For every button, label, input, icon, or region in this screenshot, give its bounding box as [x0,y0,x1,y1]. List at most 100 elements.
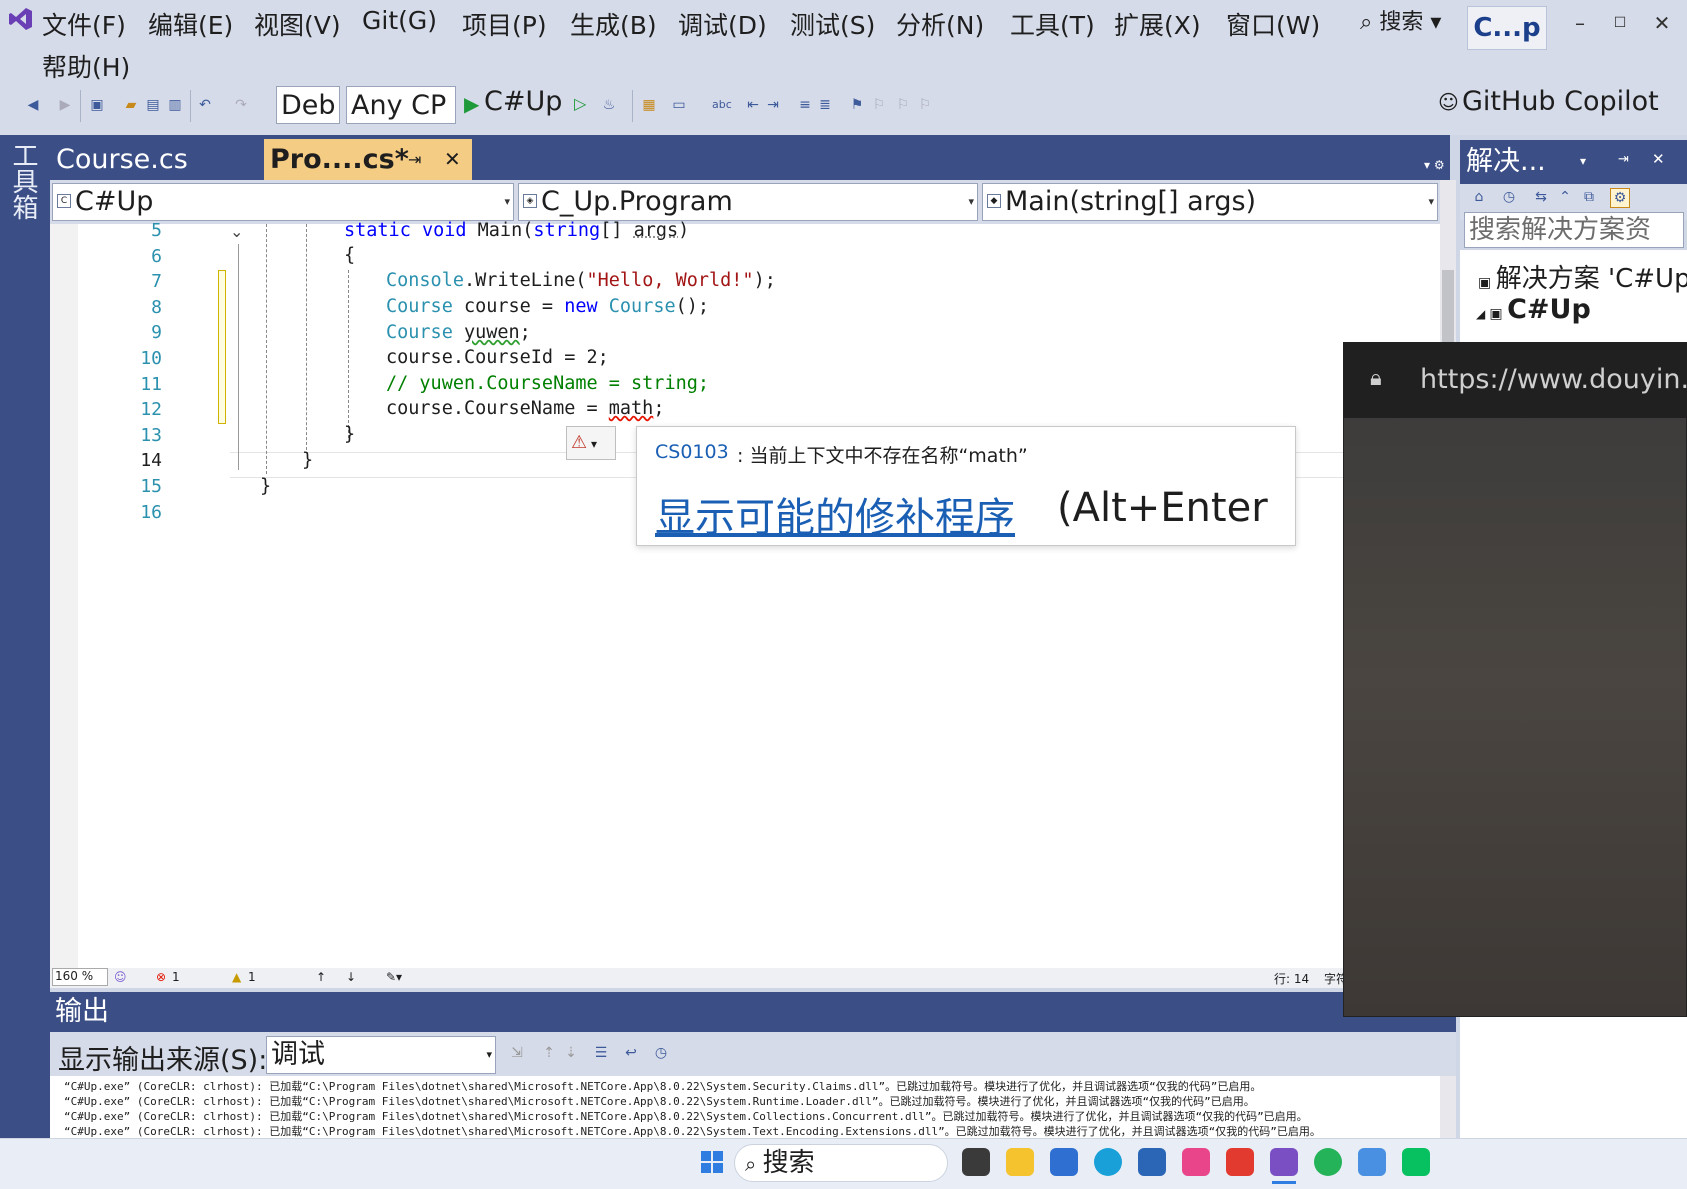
open-folder-icon[interactable]: ▰ [122,96,140,114]
indent-icon[interactable]: ⇤ [744,96,762,114]
undo-icon[interactable]: ↶ [196,96,214,114]
auto-hide-pin-icon[interactable]: ⇥ [1618,152,1629,167]
window-layout-icon[interactable]: ▭ [670,96,688,114]
visual-studio-logo-icon[interactable] [8,6,34,32]
prev-bookmark-icon[interactable]: ⚐ [870,96,888,114]
next-issue-icon[interactable]: ↓ [346,970,356,984]
error-count-icon[interactable]: ⊗ [156,970,166,984]
menu-item[interactable]: 测试(S) [790,6,875,42]
class-dropdown[interactable]: ◈ C_Up.Program ▾ [518,183,978,221]
save-icon[interactable]: ▤ [144,96,162,114]
visual-studio-taskbar-icon[interactable] [1270,1148,1298,1176]
collapse-all-icon[interactable]: ⌃ [1556,188,1574,206]
menu-item[interactable]: 窗口(W) [1226,6,1320,42]
output-source-dropdown[interactable]: 调试 ▾ [266,1036,496,1074]
pending-changes-icon[interactable]: ◷ [1500,188,1518,206]
navigate-forward-icon[interactable]: ▶ [56,96,74,114]
show-all-files-icon[interactable]: ⧉ [1580,188,1598,206]
music-app-icon[interactable] [1182,1148,1210,1176]
cloud-app-icon[interactable] [1358,1148,1386,1176]
menu-item[interactable]: 扩展(X) [1114,6,1201,42]
redo-icon[interactable]: ↷ [232,96,250,114]
uncomment-icon[interactable]: ≣ [816,96,834,114]
copilot-icon[interactable]: ☺ [1438,90,1459,114]
solution-platform-dropdown[interactable]: Any CP [346,86,456,124]
navigate-back-icon[interactable]: ◀ [24,96,42,114]
outdent-icon[interactable]: ⇥ [764,96,782,114]
github-copilot-button[interactable]: GitHub Copilot [1462,86,1659,117]
menu-item[interactable]: 视图(V) [254,6,341,42]
photos-icon[interactable] [1138,1148,1166,1176]
copilot-status-icon[interactable]: ☺ [114,970,127,984]
go-to-line-icon[interactable]: ⇲ [508,1044,526,1062]
menu-item[interactable]: 工具(T) [1010,6,1095,42]
wps-icon[interactable] [1226,1148,1254,1176]
floating-browser-window[interactable] [1343,342,1687,1017]
show-potential-fixes-link[interactable]: 显示可能的修补程序 [655,485,1015,543]
title-search[interactable]: ⌕ 搜索 ▾ [1360,4,1441,36]
start-without-debugging-icon[interactable]: ▷ [574,94,586,113]
sync-icon[interactable]: ⇆ [1532,188,1550,206]
chat-app-icon[interactable] [1314,1148,1342,1176]
pin-tab-icon[interactable]: ⇥ [408,150,421,169]
start-icon[interactable] [700,1150,724,1174]
word-wrap-icon[interactable]: ↩ [622,1044,640,1062]
close-tab-icon[interactable]: ✕ [444,147,461,171]
tab-program-cs[interactable]: Pro....cs* [264,139,472,180]
toolbox-tab[interactable]: 工具箱 [8,142,42,220]
output-panel-title[interactable]: 输出 [50,992,1456,1032]
save-all-icon[interactable]: ▥ [166,96,184,114]
member-dropdown[interactable]: ◆ Main(string[] args) ▾ [982,183,1438,221]
project-dropdown[interactable]: C C#Up ▾ [52,183,514,221]
file-explorer-icon[interactable] [1006,1148,1034,1176]
switch-views-icon[interactable]: ⌂ [1470,188,1488,206]
quick-actions-button[interactable]: ⚠ ▾ [566,426,616,460]
warning-count[interactable]: 1 [248,970,256,984]
browser-url[interactable]: https://www.douyin.co [1420,364,1687,395]
solution-explorer-icon[interactable]: ▦ [640,96,658,114]
close-button[interactable]: ✕ [1642,6,1682,40]
solution-configuration-dropdown[interactable]: Deb [276,86,340,124]
menu-item[interactable]: Git(G) [362,6,437,35]
tab-course-cs[interactable]: Course.cs [50,139,260,180]
timestamp-icon[interactable]: ◷ [652,1044,670,1062]
menu-item[interactable]: 分析(N) [896,6,984,42]
error-count[interactable]: 1 [172,970,180,984]
solution-search-input[interactable]: 搜索解决方案资 [1464,212,1684,248]
menu-item[interactable]: 项目(P) [462,6,547,42]
spell-check-icon[interactable]: abc [712,96,732,114]
comment-icon[interactable]: ≡ [796,96,814,114]
minimize-button[interactable]: – [1560,6,1600,40]
clear-all-icon[interactable]: ☰ [592,1044,610,1062]
clear-bookmarks-icon[interactable]: ⚐ [916,96,934,114]
collapse-method-icon[interactable]: ⌄ [230,222,243,241]
solution-name-badge[interactable]: C...p [1467,6,1547,50]
code-editor[interactable] [50,224,1440,968]
taskbar-search-box[interactable]: ⌕ 搜索 [734,1144,948,1182]
close-panel-icon[interactable]: ✕ [1652,150,1665,168]
menu-item[interactable]: 调试(D) [678,6,767,42]
new-project-icon[interactable]: ▣ [88,96,106,114]
store-icon[interactable] [1050,1148,1078,1176]
next-message-icon[interactable]: ⇣ [562,1044,580,1062]
tab-overflow-icon[interactable]: ▾ ⚙ [1424,158,1445,172]
tree-project-node[interactable]: ◢ ▣ C#Up [1476,294,1591,325]
menu-item[interactable]: 编辑(E) [148,6,233,42]
code-cleanup-icon[interactable]: ✎▾ [386,970,402,984]
maximize-button[interactable]: ☐ [1600,6,1640,40]
next-bookmark-icon[interactable]: ⚐ [894,96,912,114]
properties-icon[interactable]: ⚙ [1610,188,1630,208]
warning-count-icon[interactable]: ▲ [232,970,241,984]
error-code-link[interactable]: CS0103 [655,441,729,463]
menu-item[interactable]: 文件(F) [42,6,126,42]
window-position-icon[interactable]: ▾ [1580,154,1586,168]
edge-icon[interactable] [1094,1148,1122,1176]
start-debugging-button[interactable]: C#Up [484,86,562,117]
output-scrollbar[interactable] [1440,1076,1456,1138]
previous-issue-icon[interactable]: ↑ [316,970,326,984]
task-view-icon[interactable] [962,1148,990,1176]
menu-item[interactable]: 生成(B) [570,6,657,42]
menu-item[interactable]: 帮助(H) [42,48,130,84]
hot-reload-icon[interactable]: ♨ [600,96,618,114]
start-debugging-icon[interactable]: ▶ [464,92,479,116]
